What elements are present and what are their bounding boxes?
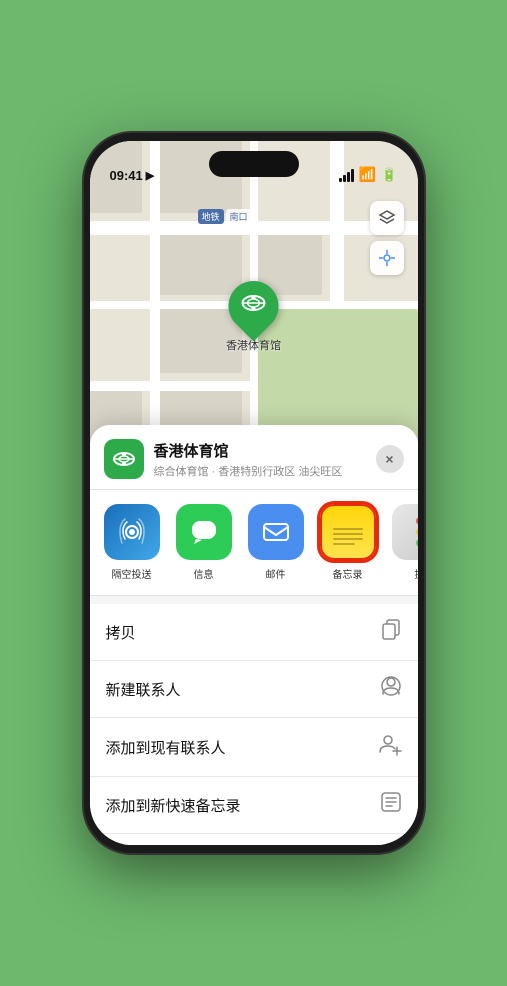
action-print[interactable]: 打印 xyxy=(90,834,418,845)
station-badge: 地铁 xyxy=(198,209,224,224)
phone-frame: 09:41 ▶ 📶 🔋 xyxy=(84,133,424,853)
copy-icon xyxy=(380,618,402,646)
venue-name: 香港体育馆 xyxy=(154,440,376,461)
more-dots xyxy=(416,517,418,547)
venue-info: 香港体育馆 综合体育馆 · 香港特别行政区 油尖旺区 xyxy=(154,440,376,479)
marker-pin xyxy=(218,271,289,342)
share-messages[interactable]: 信息 xyxy=(174,504,234,581)
battery-icon: 🔋 xyxy=(381,167,397,183)
status-time: 09:41 ▶ xyxy=(110,168,155,183)
more-label: 提 xyxy=(415,566,418,581)
phone-screen: 09:41 ▶ 📶 🔋 xyxy=(90,141,418,845)
wifi-icon: 📶 xyxy=(359,166,376,183)
sheet-header: 香港体育馆 综合体育馆 · 香港特别行政区 油尖旺区 × xyxy=(90,425,418,490)
venue-icon xyxy=(104,439,144,479)
action-new-contact[interactable]: 新建联系人 xyxy=(90,661,418,718)
person-add-icon xyxy=(378,732,402,762)
notes-lines-decoration xyxy=(333,520,363,545)
airdrop-label: 隔空投送 xyxy=(112,566,152,581)
mail-label: 邮件 xyxy=(266,566,286,581)
share-airdrop[interactable]: 隔空投送 xyxy=(102,504,162,581)
share-more[interactable]: 提 xyxy=(390,504,418,581)
location-button[interactable] xyxy=(370,241,404,275)
action-add-existing[interactable]: 添加到现有联系人 xyxy=(90,718,418,777)
messages-label: 信息 xyxy=(194,566,214,581)
more-dot-green xyxy=(416,539,418,547)
more-icon xyxy=(392,504,418,560)
person-icon xyxy=(380,675,402,703)
station-label: 地铁 南口 xyxy=(198,209,252,224)
close-button[interactable]: × xyxy=(376,445,404,473)
station-name: 南口 xyxy=(226,209,252,224)
messages-icon xyxy=(176,504,232,560)
signal-bar-2 xyxy=(343,175,346,182)
status-icons: 📶 🔋 xyxy=(339,166,398,183)
notes-icon xyxy=(320,504,376,560)
more-dot-yellow xyxy=(416,528,418,536)
more-dot-red xyxy=(416,517,418,525)
action-new-contact-label: 新建联系人 xyxy=(106,679,181,700)
action-copy-label: 拷贝 xyxy=(106,622,136,643)
bottom-sheet: 香港体育馆 综合体育馆 · 香港特别行政区 油尖旺区 × xyxy=(90,425,418,845)
airdrop-icon xyxy=(104,504,160,560)
action-add-existing-label: 添加到现有联系人 xyxy=(106,737,226,758)
map-green-area xyxy=(258,309,418,439)
location-icon: ▶ xyxy=(146,169,154,182)
share-notes[interactable]: 备忘录 xyxy=(318,504,378,581)
action-copy[interactable]: 拷贝 xyxy=(90,604,418,661)
action-quick-note[interactable]: 添加到新快速备忘录 xyxy=(90,777,418,834)
notes-line-1 xyxy=(333,528,363,530)
notes-line-2 xyxy=(333,533,363,535)
memo-icon xyxy=(380,791,402,819)
notes-label: 备忘录 xyxy=(333,566,363,581)
signal-bar-1 xyxy=(339,178,342,182)
notes-line-4 xyxy=(333,543,355,545)
time-display: 09:41 xyxy=(110,168,143,183)
notes-line-3 xyxy=(333,538,363,540)
signal-bar-4 xyxy=(351,169,354,182)
signal-bars-icon xyxy=(339,168,354,182)
dynamic-island xyxy=(209,151,299,177)
share-row: 隔空投送 信息 xyxy=(90,490,418,596)
signal-bar-3 xyxy=(347,172,350,182)
share-mail[interactable]: 邮件 xyxy=(246,504,306,581)
action-list: 拷贝 新建联系人 xyxy=(90,604,418,845)
map-layers-button[interactable] xyxy=(370,201,404,235)
mail-icon xyxy=(248,504,304,560)
venue-subtitle: 综合体育馆 · 香港特别行政区 油尖旺区 xyxy=(154,463,376,479)
action-quick-note-label: 添加到新快速备忘录 xyxy=(106,795,241,816)
marker-icon xyxy=(241,290,267,322)
stadium-marker: 香港体育馆 xyxy=(226,281,281,353)
